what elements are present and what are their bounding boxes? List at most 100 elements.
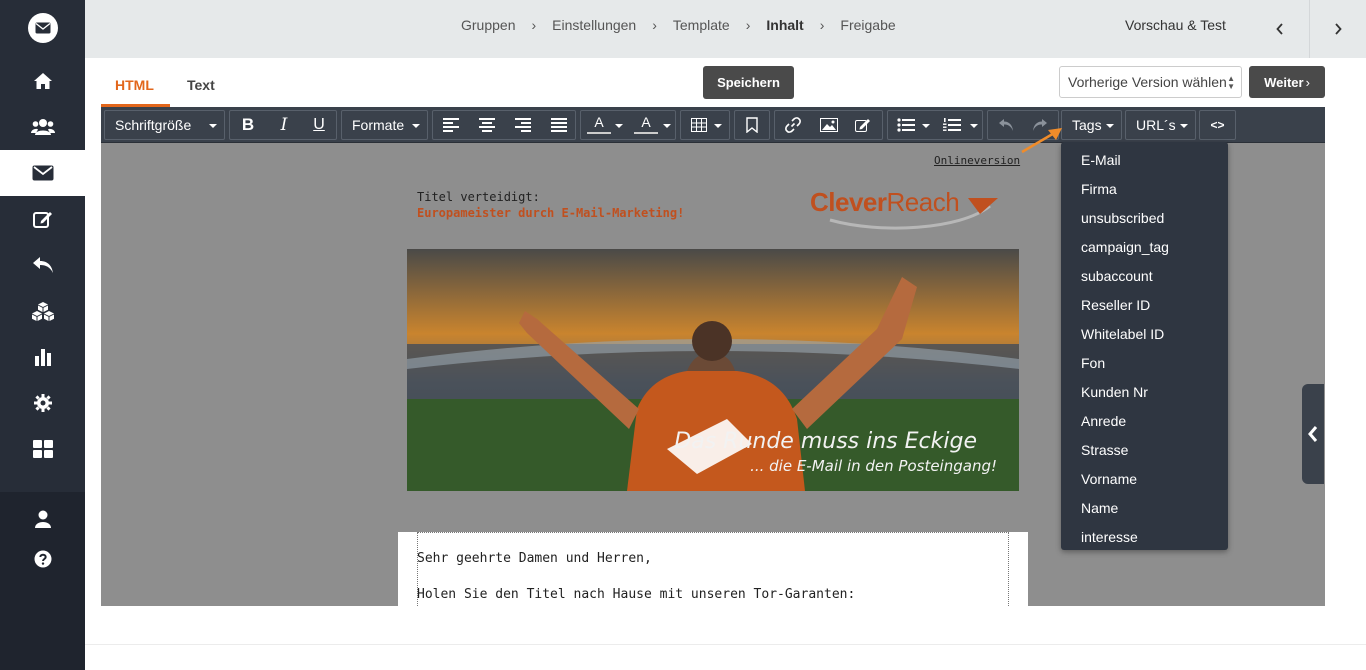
tag-item-vorname[interactable]: Vorname <box>1081 471 1137 487</box>
cubes-icon[interactable] <box>0 288 85 334</box>
chevron-right-icon[interactable] <box>1309 0 1365 58</box>
tag-item-anrede[interactable]: Anrede <box>1081 413 1126 429</box>
preview-test-link[interactable]: Vorschau & Test <box>1125 17 1226 33</box>
tags-dropdown[interactable]: Tags <box>1061 110 1122 140</box>
sidebar <box>0 0 85 670</box>
bullet-list-icon[interactable] <box>894 113 918 137</box>
numbered-list-icon[interactable] <box>940 113 964 137</box>
chevron-left-icon <box>1308 426 1318 442</box>
dashboard-icon[interactable] <box>0 426 85 472</box>
hero-image[interactable]: Das Runde muss ins Eckige ... die E-Mail… <box>407 249 1019 491</box>
breadcrumb-template[interactable]: Template <box>673 17 730 33</box>
insert-group <box>774 110 883 140</box>
tag-item-reseller-id[interactable]: Reseller ID <box>1081 297 1150 313</box>
caret-down-icon <box>615 124 623 128</box>
breadcrumb-separator: › <box>531 17 537 33</box>
align-center-icon[interactable] <box>475 113 499 137</box>
chevron-right-small-icon: › <box>1305 74 1310 90</box>
tag-item-campaign-tag[interactable]: campaign_tag <box>1081 239 1169 255</box>
caret-down-icon <box>412 124 420 128</box>
stadium-hero-icon <box>407 249 1019 491</box>
breadcrumb-freigabe[interactable]: Freigabe <box>840 17 895 33</box>
caret-down-icon <box>922 124 930 128</box>
users-icon[interactable] <box>0 104 85 150</box>
underline-icon[interactable]: U <box>307 113 331 137</box>
tab-html[interactable]: HTML <box>115 77 154 93</box>
edit-source-icon[interactable] <box>851 113 875 137</box>
breadcrumb: Gruppen › Einstellungen › Template › Inh… <box>455 0 902 50</box>
font-size-label: Schriftgröße <box>115 117 192 133</box>
email-intro[interactable]: Holen Sie den Titel nach Hause mit unser… <box>417 587 855 602</box>
alignment-group <box>432 110 576 140</box>
breadcrumb-inhalt[interactable]: Inhalt <box>766 17 803 33</box>
italic-icon[interactable]: I <box>272 113 296 137</box>
formats-dropdown[interactable]: Formate <box>341 110 428 140</box>
tag-item-fon[interactable]: Fon <box>1081 355 1105 371</box>
color-group: A A <box>580 110 676 140</box>
tags-label: Tags <box>1072 117 1102 133</box>
tag-item-name[interactable]: Name <box>1081 500 1118 516</box>
save-button[interactable]: Speichern <box>703 66 794 99</box>
version-select-value: Vorherige Version wählen <box>1068 74 1227 90</box>
breadcrumb-einstellungen[interactable]: Einstellungen <box>552 17 636 33</box>
tag-item-subaccount[interactable]: subaccount <box>1081 268 1153 284</box>
online-version-link[interactable]: Onlineversion <box>934 154 1020 167</box>
breadcrumb-gruppen[interactable]: Gruppen <box>461 17 515 33</box>
tag-item-unsubscribed[interactable]: unsubscribed <box>1081 210 1164 226</box>
top-bar: Gruppen › Einstellungen › Template › Inh… <box>85 0 1366 58</box>
tag-item-interesse[interactable]: interesse <box>1081 529 1138 545</box>
tag-item-firma[interactable]: Firma <box>1081 181 1117 197</box>
table-icon <box>687 113 711 137</box>
caret-down-icon <box>663 124 671 128</box>
urls-dropdown[interactable]: URL´s <box>1125 110 1196 140</box>
tag-item-kunden-nr[interactable]: Kunden Nr <box>1081 384 1148 400</box>
gear-icon[interactable] <box>0 380 85 426</box>
list-group <box>887 110 983 140</box>
email-title-line: Titel verteidigt: <box>417 190 540 204</box>
footer-divider <box>85 644 1366 645</box>
font-size-dropdown[interactable]: Schriftgröße <box>104 110 225 140</box>
version-select[interactable]: Vorherige Version wählen ▲ ▼ <box>1059 66 1242 98</box>
source-code-button[interactable]: <> <box>1199 110 1236 140</box>
bookmark-button[interactable] <box>734 110 770 140</box>
reply-icon[interactable] <box>0 242 85 288</box>
next-button[interactable]: Weiter › <box>1249 66 1325 98</box>
caret-down-icon <box>1106 124 1114 128</box>
align-justify-icon[interactable] <box>547 113 571 137</box>
mail-icon[interactable] <box>0 150 85 196</box>
home-icon[interactable] <box>0 58 85 104</box>
breadcrumb-separator: › <box>745 17 751 33</box>
caret-down-icon <box>1180 124 1188 128</box>
link-icon[interactable] <box>781 113 805 137</box>
text-style-group: B I U <box>229 110 337 140</box>
tag-item-strasse[interactable]: Strasse <box>1081 442 1128 458</box>
side-panel-toggle[interactable] <box>1302 384 1324 484</box>
help-icon[interactable] <box>0 536 85 582</box>
background-color-icon[interactable]: A <box>634 112 658 134</box>
align-left-icon[interactable] <box>439 113 463 137</box>
tab-text[interactable]: Text <box>187 77 215 93</box>
chart-icon[interactable] <box>0 334 85 380</box>
tag-item-whitelabel-id[interactable]: Whitelabel ID <box>1081 326 1164 342</box>
align-right-icon[interactable] <box>511 113 535 137</box>
edit-icon[interactable] <box>0 196 85 242</box>
select-arrows-icon: ▲ ▼ <box>1227 74 1235 91</box>
caret-down-icon <box>714 124 722 128</box>
arrow-annotation-icon <box>1021 128 1062 154</box>
logo-swoosh-icon <box>829 198 998 230</box>
hero-slogan: Das Runde muss ins Eckige <box>674 429 977 454</box>
bold-icon[interactable]: B <box>236 113 260 137</box>
email-greeting[interactable]: Sehr geehrte Damen und Herren, <box>417 551 652 566</box>
table-dropdown[interactable] <box>680 110 730 140</box>
formats-label: Formate <box>352 117 405 133</box>
bookmark-icon <box>740 113 764 137</box>
hero-subline: ... die E-Mail in den Posteingang! <box>750 457 997 475</box>
envelope-logo-icon[interactable] <box>28 13 58 43</box>
undo-icon[interactable] <box>994 113 1018 137</box>
text-color-icon[interactable]: A <box>587 112 611 134</box>
tag-item-email[interactable]: E-Mail <box>1081 152 1121 168</box>
image-icon[interactable] <box>817 113 841 137</box>
caret-down-icon <box>970 124 978 128</box>
chevron-left-icon[interactable] <box>1252 0 1308 58</box>
tags-dropdown-menu: E-Mail Firma unsubscribed campaign_tag s… <box>1061 142 1228 550</box>
